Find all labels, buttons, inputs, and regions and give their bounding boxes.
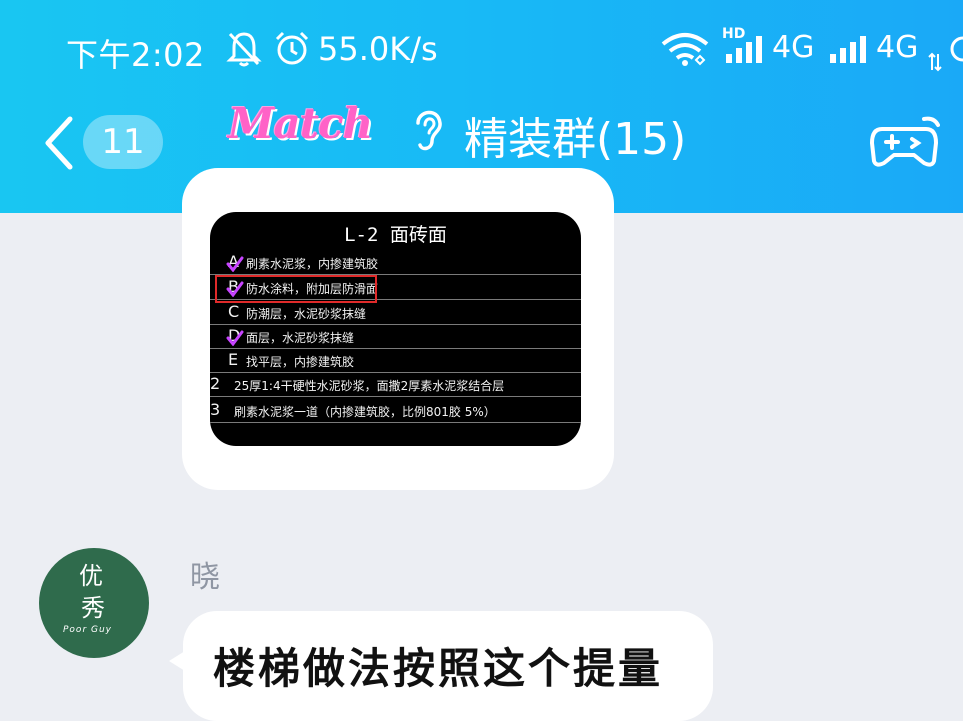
network-type-2: 4G <box>876 30 919 65</box>
checkmark-icon <box>226 256 244 272</box>
image-row: 3 刷素水泥浆一道（内掺建筑胶，比例801胶 5%） <box>210 398 581 423</box>
mute-bell-icon <box>226 30 262 76</box>
checkmark-icon <box>226 330 244 346</box>
battery-icon <box>950 34 963 72</box>
status-bar: 下午2:02 55.0K/s HD 4G 4G <box>0 26 963 76</box>
alarm-icon <box>274 30 310 76</box>
data-arrows-icon <box>928 42 942 80</box>
row-text: 面层，水泥砂浆抹缝 <box>246 331 355 345</box>
signal-icon <box>828 34 870 72</box>
avatar-caption: Poor Guy <box>63 625 113 635</box>
bubble-tail <box>169 651 185 671</box>
image-message-bubble[interactable]: L-2 面砖面 A 刷素水泥浆，内掺建筑胶 B 防水涂料，附加层防滑面 C 防潮层，水泥砂… <box>182 168 614 490</box>
row-text: 刷素水泥浆，内掺建筑胶 <box>246 257 379 271</box>
nav-bar: 11 Match 精装群(15) <box>0 95 963 175</box>
row-text: 刷素水泥浆一道（内掺建筑胶，比例801胶 5%） <box>234 405 496 419</box>
wifi-icon <box>660 32 710 74</box>
image-row: C 防潮层，水泥砂浆抹缝 <box>210 300 581 325</box>
group-title[interactable]: 精装群(15) <box>464 103 686 167</box>
text-message-bubble[interactable]: 楼梯做法按照这个提量 <box>169 611 713 721</box>
row-text: 25厚1:4干硬性水泥砂浆，面撒2厚素水泥浆结合层 <box>234 379 505 393</box>
status-time: 下午2:02 <box>66 36 205 74</box>
avatar-char-2: 秀 <box>81 594 105 622</box>
row-letter: C <box>228 302 240 321</box>
net-speed: 55.0K/s <box>318 30 438 68</box>
unread-count-badge[interactable]: 11 <box>83 115 163 169</box>
highlight-box <box>215 275 377 303</box>
signal-icon <box>724 34 766 72</box>
row-letter: E <box>228 350 239 369</box>
row-letter: 3 <box>210 400 221 419</box>
image-row: A 刷素水泥浆，内掺建筑胶 <box>210 250 581 275</box>
match-logo: Match <box>228 99 373 148</box>
avatar[interactable]: 优 秀 Poor Guy <box>39 548 149 658</box>
row-text: 找平层，内掺建筑胶 <box>246 355 355 369</box>
row-text: 防潮层，水泥砂浆抹缝 <box>246 307 367 321</box>
image-row: D 面层，水泥砂浆抹缝 <box>210 324 581 349</box>
avatar-char-1: 优 <box>79 562 103 590</box>
image-row: 2 25厚1:4干硬性水泥砂浆，面撒2厚素水泥浆结合层 <box>210 372 581 397</box>
back-arrow-icon[interactable] <box>42 115 76 175</box>
network-type-1: 4G <box>772 30 815 65</box>
image-title: L-2 面砖面 <box>344 224 447 246</box>
shared-image[interactable]: L-2 面砖面 A 刷素水泥浆，内掺建筑胶 B 防水涂料，附加层防滑面 C 防潮层，水泥砂… <box>210 212 581 446</box>
row-letter: 2 <box>210 374 221 393</box>
gamepad-icon[interactable] <box>868 113 940 177</box>
image-row: E 找平层，内掺建筑胶 <box>210 348 581 373</box>
message-text: 楼梯做法按照这个提量 <box>213 644 664 693</box>
ear-icon[interactable] <box>410 105 446 157</box>
sender-name: 晓 <box>190 560 220 595</box>
